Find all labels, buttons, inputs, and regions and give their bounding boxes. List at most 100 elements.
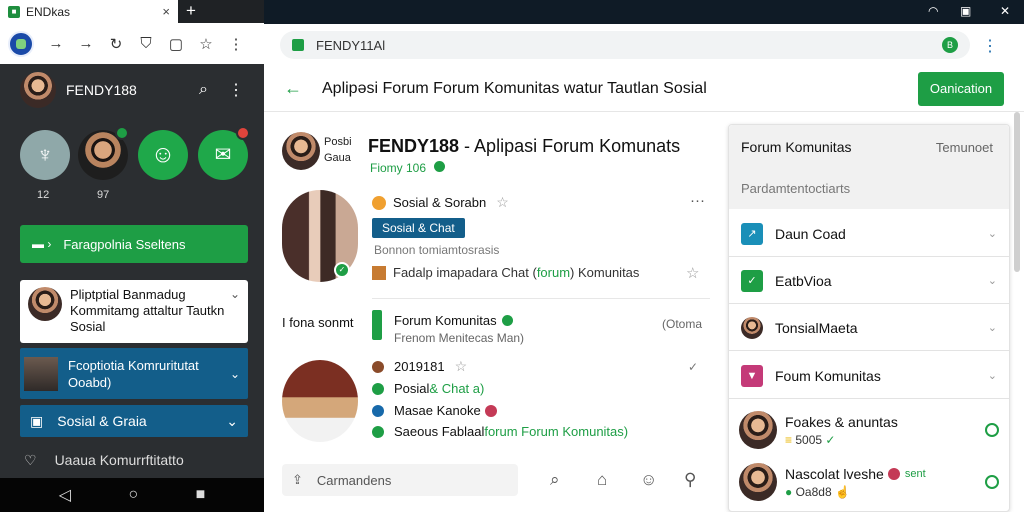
menu-icon[interactable]: ⋮ xyxy=(228,80,244,100)
header-button[interactable]: Oanication xyxy=(918,71,1004,106)
forum-link[interactable]: forum xyxy=(537,265,570,280)
row-time: (Otoma xyxy=(662,317,703,331)
story-microphone-icon[interactable]: ♆ xyxy=(20,130,70,180)
verified-icon xyxy=(501,315,513,326)
list-item-label: Uaaua Komurrftitatto xyxy=(54,452,184,468)
user-sub: ≡ 5005 ✓ xyxy=(785,433,985,447)
check-circle-icon: ● xyxy=(785,484,793,499)
user-sub: ● Oa8d8 ☝ xyxy=(785,485,985,499)
user-tag: sent xyxy=(904,467,926,480)
pin-icon[interactable]: ⚲ xyxy=(684,470,696,490)
side-panel-right-label[interactable]: Temunoet xyxy=(936,140,993,155)
side-item[interactable]: ↗ Daun Coad ⌄ xyxy=(729,211,1009,257)
profile-icon[interactable] xyxy=(8,30,34,57)
row-title[interactable]: Forum Komunitas xyxy=(394,313,513,328)
shield-icon[interactable]: ⛉ xyxy=(138,35,154,52)
search-icon[interactable]: ⌕ xyxy=(199,81,208,99)
home-icon[interactable]: ○ xyxy=(128,486,138,504)
left-panel: ■ ENDkas × + → → ↻ ⛉ ▢ ☆ ⋮ FENDY188 ⌕ ⋮ … xyxy=(0,0,264,512)
stories-row: ♆ 12 97 ☺ ✉ xyxy=(20,126,260,202)
heart-icon: ♡ xyxy=(24,451,37,468)
status-ring-icon[interactable] xyxy=(985,475,999,489)
menu-icon[interactable]: ⋮ xyxy=(982,36,998,56)
detail-link[interactable]: forum Forum Komunitas) xyxy=(484,424,628,439)
profile-title-bold: FENDY188 xyxy=(368,136,460,156)
page-title: Aplipəsi Forum Forum Komunitas watur Tau… xyxy=(322,79,707,97)
android-nav-bar: ◁ ○ ■ xyxy=(0,478,264,512)
star-icon[interactable]: ☆ xyxy=(198,35,214,53)
main-content: Posbi Gaua FENDY188 - Aplipasi Forum Kom… xyxy=(264,112,724,512)
back-icon[interactable]: ◁ xyxy=(59,485,71,505)
comment-placeholder: Carmandens xyxy=(316,472,392,488)
story-person-icon[interactable]: ☺ xyxy=(138,130,188,180)
forward-icon[interactable]: → xyxy=(78,35,94,52)
emoji-icon xyxy=(372,195,386,210)
more-options-icon[interactable]: ··· xyxy=(690,192,705,209)
detail-link[interactable]: & Chat a) xyxy=(429,381,484,396)
list-item-sosial[interactable]: ▣ Sosial & Graia ⌄ xyxy=(20,405,248,437)
window-icon[interactable]: ▣ xyxy=(960,4,971,18)
avatar xyxy=(372,360,384,373)
chevron-down-icon[interactable]: ⌄ xyxy=(230,287,240,336)
profile-title-rest: - Aplipasi Forum Komunats xyxy=(459,136,681,156)
chevron-down-icon: ⌄ xyxy=(987,370,997,382)
chevron-down-icon: ⌄ xyxy=(987,228,997,240)
side-item[interactable]: TonsialMaeta ⌄ xyxy=(729,305,1009,351)
list-item-label: Sosial & Graia xyxy=(57,413,147,429)
list-item-komunitas[interactable]: ♡ Uaaua Komurrftitatto xyxy=(20,445,248,475)
bookmark-icon: ▼ xyxy=(741,364,763,387)
divider xyxy=(372,298,710,299)
close-icon[interactable]: ✕ xyxy=(1000,4,1010,18)
back-arrow-icon[interactable]: ← xyxy=(284,78,302,99)
list-item-label: Fcoptiotia Komruritutat Ooabd) xyxy=(68,357,199,390)
detail-text: Posial xyxy=(394,381,430,396)
arrow-right-icon[interactable]: → xyxy=(48,35,64,52)
detail-text: Saeous Fablaal xyxy=(394,424,485,439)
page-icon[interactable]: ▢ xyxy=(168,35,184,53)
new-tab-icon[interactable]: + xyxy=(186,1,196,21)
side-panel-subtitle: Pardamtentoctiarts xyxy=(741,181,851,196)
user-row[interactable]: Foakes & anuntas ≡ 5005 ✓ xyxy=(729,405,1009,455)
star-icon[interactable]: ☆ xyxy=(455,358,468,375)
side-item[interactable]: ▼ Foum Komunitas ⌄ xyxy=(729,353,1009,399)
browser-tab[interactable]: ■ ENDkas × xyxy=(0,0,178,23)
list-item-selected[interactable]: Fcoptiotia Komruritutat Ooabd) ⌄ xyxy=(20,348,248,399)
comment-input[interactable]: ⇪ Carmandens xyxy=(282,464,518,496)
chevron-down-icon[interactable]: ⌄ xyxy=(230,367,240,381)
star-icon[interactable]: ☆ xyxy=(496,194,509,211)
notification-badge xyxy=(236,126,250,140)
tab-close-icon[interactable]: × xyxy=(162,4,170,19)
emoji-icon[interactable]: ☺ xyxy=(640,470,657,490)
story-count: 12 xyxy=(37,189,50,201)
extension-icon[interactable]: B xyxy=(942,37,958,53)
category-chip[interactable]: Sosial & Chat xyxy=(372,218,465,238)
post-head-text: Sosial & Sorabn xyxy=(393,195,487,210)
status-ring-icon[interactable] xyxy=(985,423,999,437)
recents-icon[interactable]: ■ xyxy=(196,486,206,504)
arrow-icon: ▬ › xyxy=(32,237,52,251)
post-card[interactable]: Pliptptial Banmadug Kommitamg attaltur T… xyxy=(20,280,248,343)
avatar[interactable] xyxy=(20,72,56,108)
profile-side-top: Posbi xyxy=(324,136,352,148)
thumbnail xyxy=(24,356,58,391)
scrollbar[interactable] xyxy=(1014,112,1020,272)
search-icon[interactable]: ⌕ xyxy=(550,470,560,490)
avatar xyxy=(739,463,777,501)
post-photo[interactable] xyxy=(282,360,358,442)
notification-icon[interactable]: ⌂ xyxy=(597,470,607,490)
refresh-icon[interactable]: ↻ xyxy=(108,35,124,53)
side-item[interactable]: ✓ EatbVioa ⌄ xyxy=(729,258,1009,304)
check-icon: ✓ xyxy=(688,360,699,374)
url-field[interactable]: FENDY11Al B xyxy=(280,31,970,59)
app-name: FENDY188 xyxy=(66,82,137,98)
bottom-bar: ⇪ Carmandens ⌕ ⌂ ☺ ⚲ xyxy=(264,458,724,512)
heart-icon xyxy=(887,467,900,480)
menu-icon[interactable]: ⋮ xyxy=(228,35,244,53)
star-icon[interactable]: ☆ xyxy=(686,264,699,282)
avatar[interactable] xyxy=(282,132,320,170)
post-text: Fadalp imapadara Chat ( forum) Komunitas xyxy=(372,265,639,280)
user-row[interactable]: Nascolat lveshe sent ● Oa8d8 ☝ xyxy=(729,457,1009,507)
primary-button[interactable]: ▬ › Faragpolnia Sseltens xyxy=(20,225,248,263)
wifi-icon: ◠ xyxy=(928,4,939,18)
chevron-down-icon[interactable]: ⌄ xyxy=(226,413,238,430)
